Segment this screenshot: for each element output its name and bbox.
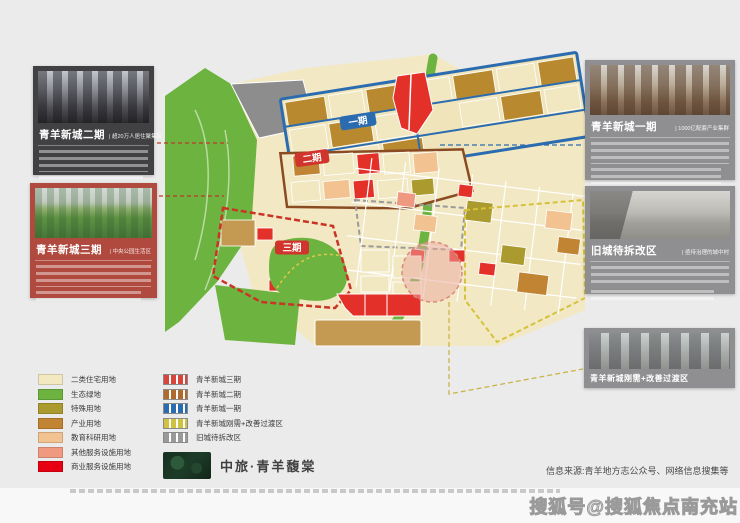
phase3-card-head: 青羊新城三期 | 中央公园生活区 bbox=[35, 238, 152, 261]
legend-label: 青羊新城一期 bbox=[196, 403, 241, 414]
legend-label: 青羊新城二期 bbox=[196, 389, 241, 400]
disclaimer-text-line bbox=[70, 489, 560, 493]
phase1-body-text2 bbox=[591, 168, 721, 184]
legend-label: 教育科研用地 bbox=[71, 432, 116, 443]
transition-photo bbox=[589, 333, 730, 369]
phase1-card-title: 青羊新城一期 bbox=[591, 119, 657, 134]
legend-row: 青羊新城刚需+改善过渡区 bbox=[163, 419, 283, 428]
legend-row: 青羊新城一期 bbox=[163, 404, 283, 413]
legend-swatch-phase3 bbox=[163, 374, 188, 385]
phase1-photo bbox=[590, 65, 730, 115]
oldtown-body-text bbox=[591, 266, 729, 286]
legend-swatch-special bbox=[38, 403, 63, 414]
svg-text:三期: 三期 bbox=[282, 242, 301, 254]
legend-row: 其他服务设施用地 bbox=[38, 448, 131, 457]
phase1-card-subtitle: | 1000亿配套产业集群 bbox=[675, 124, 729, 132]
legend-row: 青羊新城二期 bbox=[163, 390, 283, 399]
oldtown-card-subtitle: | 亟待治理的城中村 bbox=[682, 248, 729, 256]
source-attribution: 信息来源:青羊地方志公众号、网络信息搜集等 bbox=[546, 464, 729, 477]
phase2-photo bbox=[38, 71, 149, 123]
legend-row: 特殊用地 bbox=[38, 404, 131, 413]
map-label-phase3: 三期 bbox=[275, 241, 309, 255]
legend-swatch-phase2 bbox=[163, 389, 188, 400]
legend-row: 产业用地 bbox=[38, 419, 131, 428]
legend-swatch-transition bbox=[163, 418, 188, 429]
card-transition: 青羊新城刚需+改善过渡区 bbox=[584, 328, 735, 388]
legend-swatch-residential bbox=[38, 374, 63, 385]
legend-row: 二类住宅用地 bbox=[38, 375, 131, 384]
watermark-text: 搜狐号@搜狐焦点南充站 bbox=[529, 493, 738, 519]
legend-label: 旧城待拆改区 bbox=[196, 432, 241, 443]
oldtown-card-title: 旧城待拆改区 bbox=[591, 243, 657, 258]
legend-swatch-other-service bbox=[38, 447, 63, 458]
card-phase1: 青羊新城一期 | 1000亿配套产业集群 bbox=[585, 60, 735, 180]
logo-text: 中旅·青羊馥棠 bbox=[220, 456, 316, 475]
phase2-body-text bbox=[39, 150, 148, 172]
legend-label: 商业服务设施用地 bbox=[71, 461, 131, 472]
legend-label: 青羊新城三期 bbox=[196, 374, 241, 385]
phase1-card-head: 青羊新城一期 | 1000亿配套产业集群 bbox=[590, 115, 730, 138]
phase2-card-head: 青羊新城二期 | 超20万人居住聚集区 bbox=[38, 123, 149, 146]
oldtown-body-text2 bbox=[591, 290, 714, 302]
legend-row: 教育科研用地 bbox=[38, 433, 131, 442]
phase3-card-subtitle: | 中央公园生活区 bbox=[110, 247, 151, 255]
planning-map: 一期 二期 三期 bbox=[165, 50, 585, 355]
legend-swatch-education bbox=[38, 432, 63, 443]
legend-label: 生态绿地 bbox=[71, 389, 101, 400]
oldtown-photo bbox=[590, 191, 730, 239]
legend-swatch-commercial bbox=[38, 461, 63, 472]
transition-caption: 青羊新城刚需+改善过渡区 bbox=[589, 369, 730, 384]
phase2-card-subtitle: | 超20万人居住聚集区 bbox=[109, 132, 162, 140]
legend-row: 青羊新城三期 bbox=[163, 375, 283, 384]
legend-label: 青羊新城刚需+改善过渡区 bbox=[196, 418, 283, 429]
legend-label: 二类住宅用地 bbox=[71, 374, 116, 385]
phase1-body-text bbox=[591, 142, 729, 164]
card-oldtown: 旧城待拆改区 | 亟待治理的城中村 bbox=[585, 186, 735, 294]
phase3-body-text bbox=[36, 265, 151, 287]
phase3-photo bbox=[35, 188, 152, 238]
card-phase3: 青羊新城三期 | 中央公园生活区 bbox=[30, 183, 157, 298]
legend-label: 其他服务设施用地 bbox=[71, 447, 131, 458]
legend-land-use: 二类住宅用地 生态绿地 特殊用地 产业用地 教育科研用地 其他服务设施用地 商业… bbox=[38, 375, 131, 471]
legend-swatch-oldtown bbox=[163, 432, 188, 443]
legend-label: 特殊用地 bbox=[71, 403, 101, 414]
legend-swatch-industry bbox=[38, 418, 63, 429]
logo-image bbox=[163, 452, 211, 479]
phase3-card-title: 青羊新城三期 bbox=[36, 242, 102, 257]
legend-swatch-green bbox=[38, 389, 63, 400]
legend-zones: 青羊新城三期 青羊新城二期 青羊新城一期 青羊新城刚需+改善过渡区 旧城待拆改区 bbox=[163, 375, 283, 442]
oldtown-card-head: 旧城待拆改区 | 亟待治理的城中村 bbox=[590, 239, 730, 262]
legend-swatch-phase1 bbox=[163, 403, 188, 414]
poster-canvas: 一期 二期 三期 青羊新城二期 | 超20万人居住聚集区 青羊新城三期 | 中央… bbox=[0, 0, 740, 523]
legend-row: 生态绿地 bbox=[38, 390, 131, 399]
legend-label: 产业用地 bbox=[71, 418, 101, 429]
phase3-body-text2 bbox=[36, 291, 141, 305]
card-phase2: 青羊新城二期 | 超20万人居住聚集区 bbox=[33, 66, 154, 175]
legend-row: 旧城待拆改区 bbox=[163, 433, 283, 442]
phase2-card-title: 青羊新城二期 bbox=[39, 127, 105, 142]
legend-row: 商业服务设施用地 bbox=[38, 462, 131, 471]
brand-logo: 中旅·青羊馥棠 bbox=[163, 452, 316, 479]
